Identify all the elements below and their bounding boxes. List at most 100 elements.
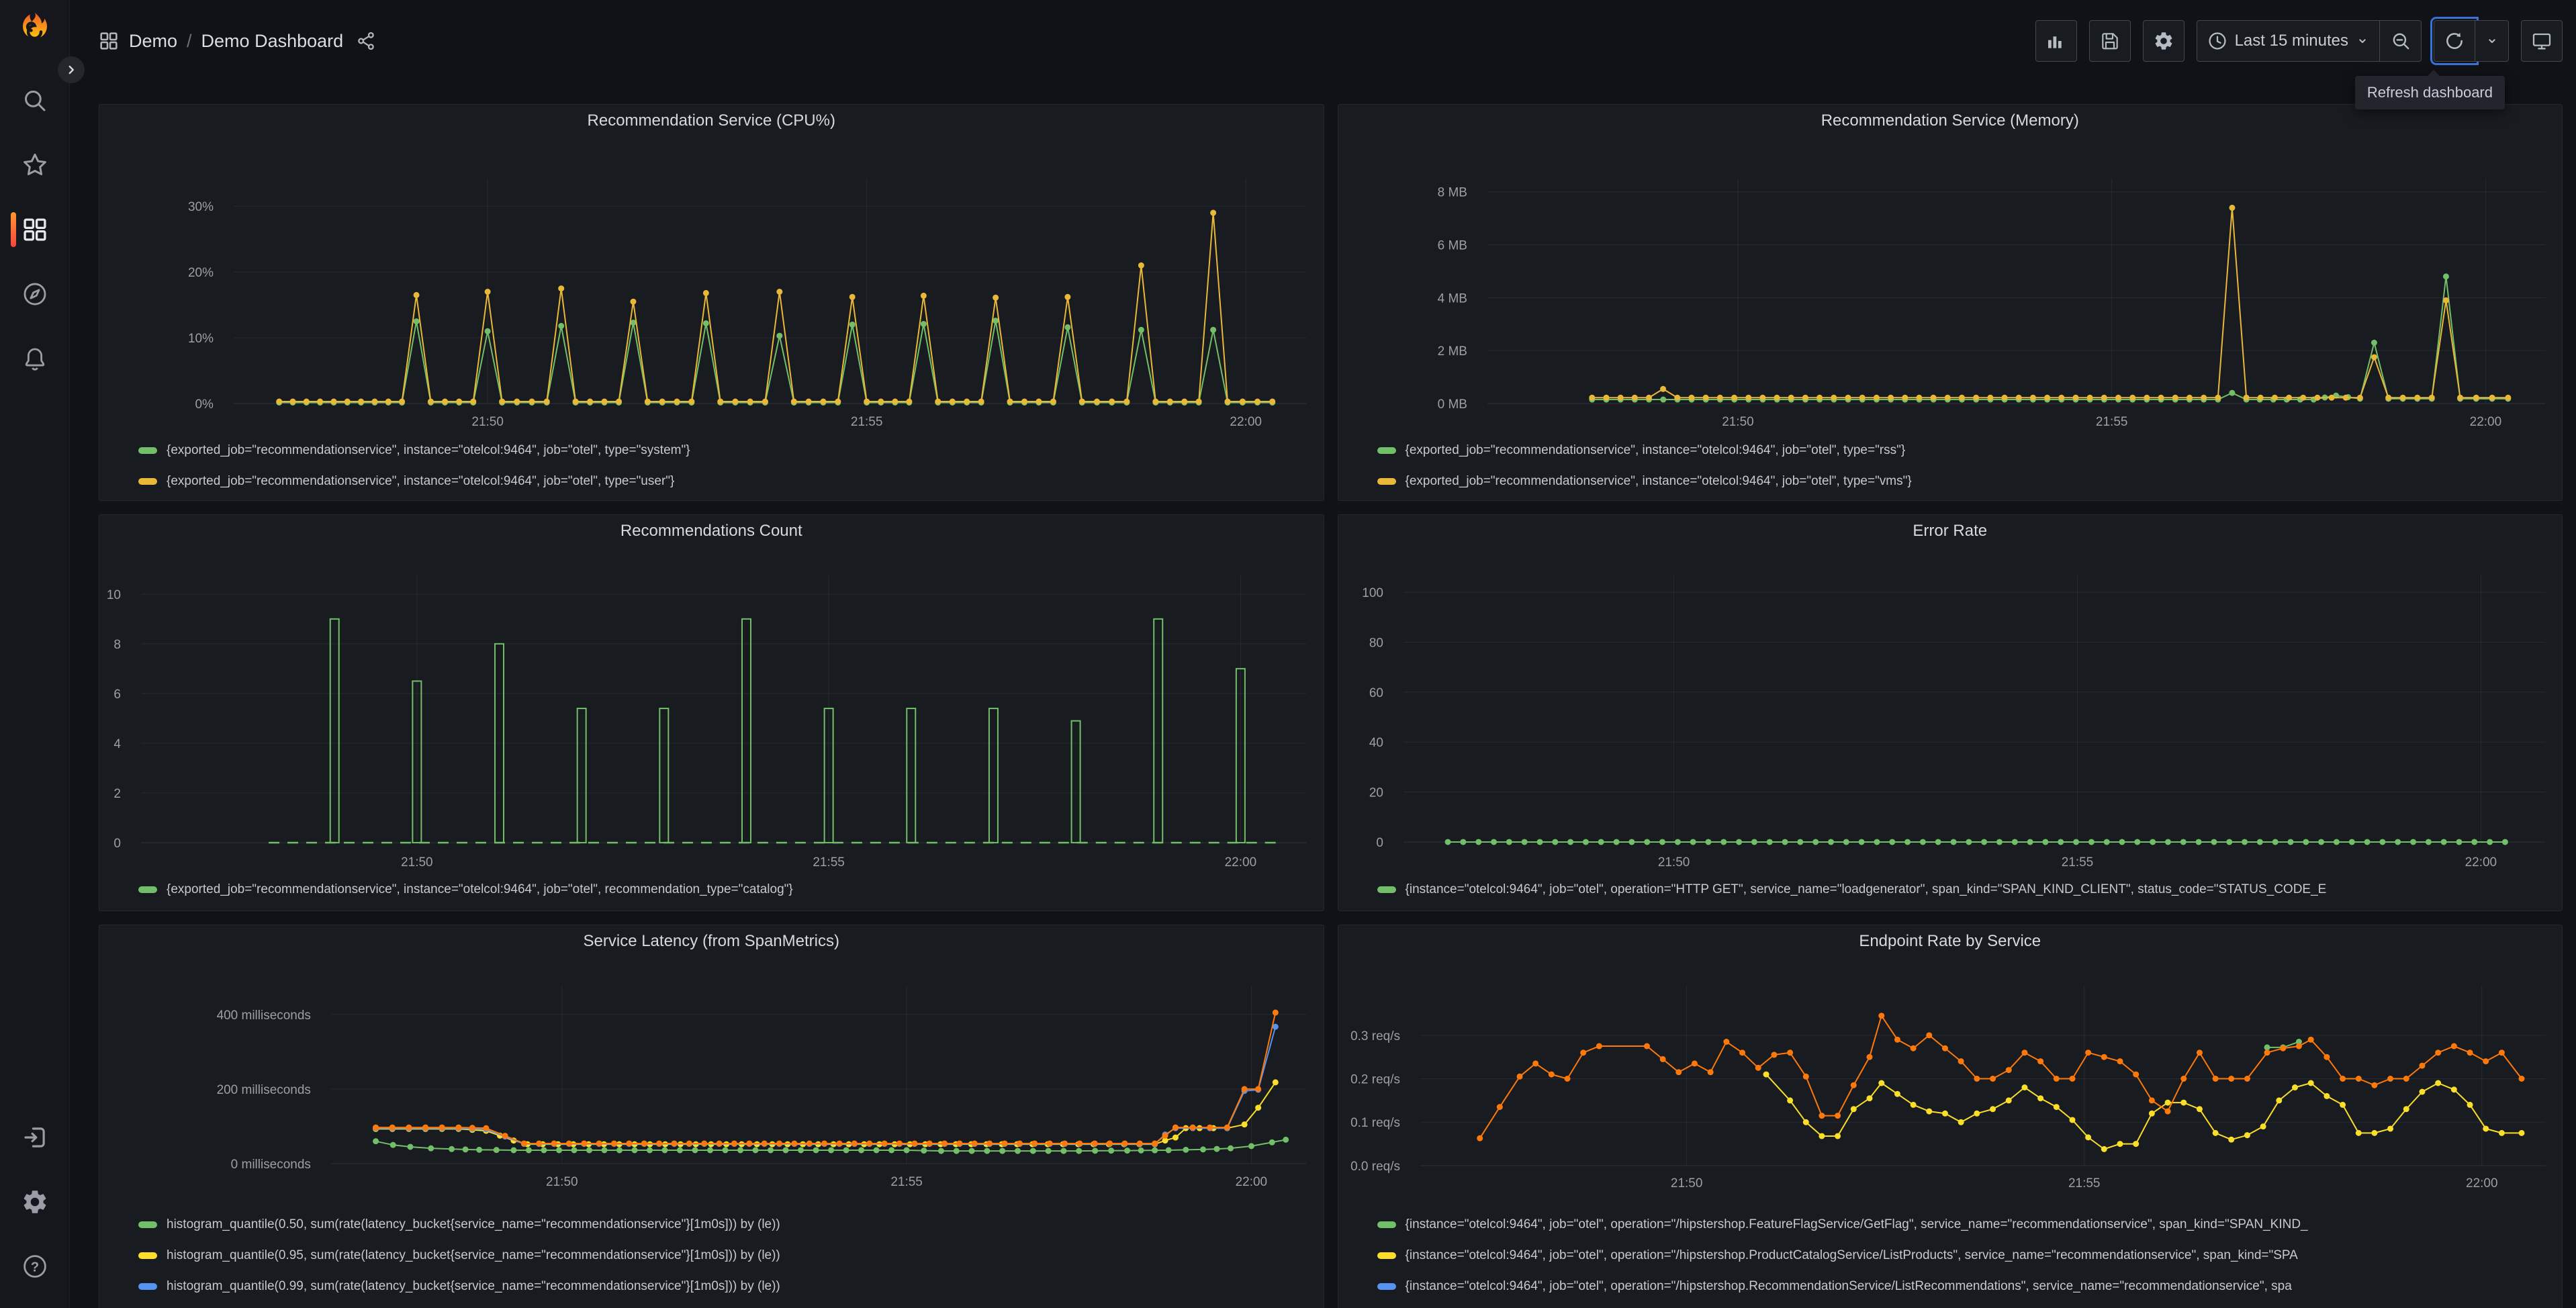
- time-range-picker[interactable]: Last 15 minutes: [2196, 20, 2380, 62]
- legend-item[interactable]: {instance="otelcol:9464", job="otel", op…: [1377, 1240, 2563, 1271]
- svg-text:21:50: 21:50: [471, 415, 504, 429]
- refresh-icon: [2446, 32, 2463, 49]
- search-icon: [24, 91, 45, 111]
- panel-title[interactable]: Recommendations Count: [620, 522, 802, 541]
- panel-header[interactable]: Recommendation Service (Memory): [1338, 105, 2563, 137]
- panel-title[interactable]: Error Rate: [1913, 522, 1987, 541]
- svg-text:21:50: 21:50: [1722, 415, 1754, 429]
- legend-label[interactable]: {exported_job="recommendationservice", i…: [167, 474, 674, 489]
- dashboards-grid-icon: [23, 218, 46, 241]
- legend-item[interactable]: {exported_job="recommendationservice", i…: [138, 466, 1324, 497]
- sidebar-nav-top: [0, 86, 69, 373]
- panel-header[interactable]: Endpoint Rate by Service: [1338, 925, 2563, 957]
- memory-chart[interactable]: 21:50 21:55 22:00 0 MB 2 MB 4 MB 6 MB 8 MB: [1338, 137, 2563, 435]
- zoom-out-button[interactable]: [2380, 20, 2422, 62]
- legend-label[interactable]: {instance="otelcol:9464", job="otel", op…: [1406, 1279, 2292, 1294]
- dashboards-grid-icon: [100, 32, 118, 50]
- svg-text:21:55: 21:55: [2061, 855, 2093, 870]
- legend-swatch: [138, 1221, 157, 1228]
- panel-header[interactable]: Recommendations Count: [99, 515, 1324, 547]
- legend-item[interactable]: {instance="otelcol:9464", job="otel", op…: [1377, 1302, 2563, 1308]
- legend-label[interactable]: {instance="otelcol:9464", job="otel", op…: [1406, 882, 2327, 897]
- svg-text:21:55: 21:55: [2095, 415, 2127, 429]
- legend-item[interactable]: {instance="otelcol:9464", job="otel", op…: [1377, 1271, 2563, 1302]
- panel-header[interactable]: Service Latency (from SpanMetrics): [99, 925, 1324, 957]
- svg-text:21:50: 21:50: [401, 855, 433, 870]
- bell-icon: [25, 348, 44, 371]
- legend-item[interactable]: {instance="otelcol:9464", job="otel", op…: [1377, 874, 2563, 905]
- legend-label[interactable]: {exported_job="recommendationservice", i…: [1406, 474, 1912, 489]
- recommendations-count-chart[interactable]: 21:50 21:55 22:00 0 2 4 6 8 10: [99, 547, 1324, 874]
- save-dashboard-button[interactable]: [2088, 20, 2131, 62]
- legend-item[interactable]: histogram_quantile(0.999, sum(rate(laten…: [138, 1302, 1324, 1308]
- legend-swatch: [138, 447, 157, 454]
- legend: histogram_quantile(0.50, sum(rate(latenc…: [99, 1209, 1324, 1308]
- sidebar-item-sign-in[interactable]: [0, 1123, 69, 1152]
- svg-text:10: 10: [107, 588, 121, 602]
- svg-text:0.2 req/s: 0.2 req/s: [1350, 1073, 1400, 1087]
- chevron-down-icon: [2488, 39, 2495, 44]
- grafana-logo[interactable]: [17, 11, 53, 47]
- legend-item[interactable]: {exported_job="recommendationservice", i…: [138, 874, 1324, 905]
- panel-title[interactable]: Service Latency (from SpanMetrics): [584, 932, 839, 951]
- legend-label[interactable]: histogram_quantile(0.50, sum(rate(latenc…: [167, 1217, 780, 1232]
- legend-label[interactable]: histogram_quantile(0.95, sum(rate(latenc…: [167, 1248, 780, 1263]
- legend-label[interactable]: {exported_job="recommendationservice", i…: [167, 443, 690, 458]
- gear-icon: [2155, 32, 2172, 50]
- sidebar-item-starred[interactable]: [0, 150, 69, 180]
- legend-item[interactable]: {exported_job="recommendationservice", i…: [1377, 435, 2563, 466]
- svg-text:40: 40: [1369, 736, 1383, 750]
- legend-label[interactable]: {exported_job="recommendationservice", i…: [167, 882, 793, 897]
- sidebar-item-alerting[interactable]: [0, 344, 69, 373]
- legend-label[interactable]: histogram_quantile(0.99, sum(rate(latenc…: [167, 1279, 780, 1294]
- svg-text:21:55: 21:55: [813, 855, 845, 870]
- endpoint-rate-chart[interactable]: 21:50 21:55 22:00 0.0 req/s 0.1 req/s 0.2 req…: [1338, 957, 2563, 1209]
- add-panel-button[interactable]: [2035, 20, 2077, 62]
- refresh-interval-dropdown[interactable]: [2475, 20, 2509, 62]
- save-icon: [2101, 33, 2118, 50]
- sidebar-item-help[interactable]: ?: [0, 1252, 69, 1281]
- svg-text:4 MB: 4 MB: [1437, 291, 1467, 306]
- refresh-button[interactable]: [2430, 17, 2479, 65]
- sign-in-icon: [24, 1127, 45, 1148]
- kiosk-mode-button[interactable]: [2521, 20, 2563, 62]
- active-indicator: [11, 212, 16, 247]
- dashboard-settings-button[interactable]: [2142, 20, 2184, 62]
- legend-item[interactable]: {instance="otelcol:9464", job="otel", op…: [1377, 1209, 2563, 1240]
- panel-title[interactable]: Recommendation Service (CPU%): [588, 111, 835, 130]
- svg-text:60: 60: [1369, 686, 1383, 700]
- sidebar-item-explore[interactable]: [0, 279, 69, 309]
- help-icon: ?: [23, 1255, 46, 1278]
- sidebar-item-settings[interactable]: [0, 1187, 69, 1217]
- legend-item[interactable]: histogram_quantile(0.99, sum(rate(latenc…: [138, 1271, 1324, 1302]
- top-navbar: Demo / Demo Dashboard Last 15 minutes: [70, 0, 2576, 82]
- expand-sidebar-button[interactable]: [58, 56, 85, 83]
- legend-label[interactable]: {instance="otelcol:9464", job="otel", op…: [1406, 1217, 2308, 1232]
- legend-label[interactable]: {instance="otelcol:9464", job="otel", op…: [1406, 1248, 2298, 1263]
- legend: {instance="otelcol:9464", job="otel", op…: [1338, 1209, 2563, 1308]
- sidebar-item-search[interactable]: [0, 86, 69, 115]
- panel-cpu: Recommendation Service (CPU%) 21:50 21:55…: [99, 104, 1324, 501]
- legend-label[interactable]: {exported_job="recommendationservice", i…: [1406, 443, 1906, 458]
- cpu-chart[interactable]: 21:50 21:55 22:00 0% 10% 20% 30%: [99, 137, 1324, 435]
- share-icon[interactable]: [355, 30, 377, 52]
- legend-item[interactable]: {exported_job="recommendationservice", i…: [138, 435, 1324, 466]
- panel-service-latency: Service Latency (from SpanMetrics) 21:50…: [99, 925, 1324, 1308]
- legend: {exported_job="recommendationservice", i…: [1338, 435, 2563, 497]
- svg-text:20%: 20%: [188, 266, 214, 280]
- sidebar: ?: [0, 0, 85, 1308]
- sidebar-item-dashboards[interactable]: [0, 212, 69, 247]
- svg-text:21:50: 21:50: [1657, 855, 1690, 870]
- panel-header[interactable]: Recommendation Service (CPU%): [99, 105, 1324, 137]
- panel-title[interactable]: Endpoint Rate by Service: [1859, 932, 2041, 951]
- clock-icon: [2208, 32, 2226, 50]
- breadcrumb-section[interactable]: Demo: [129, 31, 177, 52]
- panel-header[interactable]: Error Rate: [1338, 515, 2563, 547]
- legend-item[interactable]: {exported_job="recommendationservice", i…: [1377, 466, 2563, 497]
- panel-recommendations-count: Recommendations Count 21:50 21:55 22:00 0 2 4…: [99, 514, 1324, 911]
- error-rate-chart[interactable]: 21:50 21:55 22:00 0 20 40 60 80 100: [1338, 547, 2563, 874]
- legend-item[interactable]: histogram_quantile(0.95, sum(rate(latenc…: [138, 1240, 1324, 1271]
- legend-item[interactable]: histogram_quantile(0.50, sum(rate(latenc…: [138, 1209, 1324, 1240]
- panel-title[interactable]: Recommendation Service (Memory): [1821, 111, 2079, 130]
- service-latency-chart[interactable]: 21:50 21:55 22:00 0 milliseconds 200 millise…: [99, 957, 1324, 1209]
